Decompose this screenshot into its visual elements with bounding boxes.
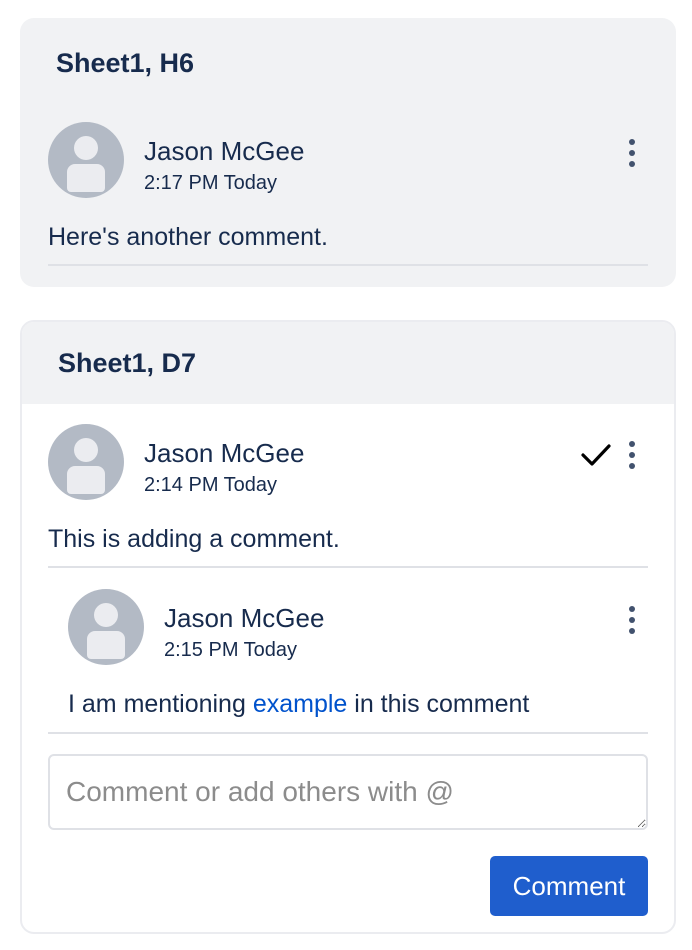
comment-button[interactable]: Comment xyxy=(490,856,648,916)
avatar xyxy=(68,589,144,665)
reply-timestamp: 2:15 PM Today xyxy=(164,639,298,661)
divider xyxy=(48,732,648,734)
comment-author: Jason McGee xyxy=(144,136,305,166)
checkmark-icon[interactable] xyxy=(580,440,612,470)
reply-text-after: in this comment xyxy=(347,690,530,718)
reply-text-before: I am mentioning xyxy=(68,690,253,718)
divider xyxy=(48,264,648,266)
thread-title: Sheet1, D7 xyxy=(22,322,674,404)
divider xyxy=(48,566,648,568)
avatar xyxy=(48,424,124,500)
mention-link[interactable]: example xyxy=(253,690,348,718)
more-options-icon[interactable] xyxy=(622,604,642,636)
comment-thread: Sheet1, D7 Jason McGee 2:14 PM Today Thi… xyxy=(20,320,676,934)
comment-thread: Sheet1, H6 Jason McGee 2:17 PM Today Her… xyxy=(20,18,676,287)
comment-author: Jason McGee xyxy=(144,438,305,468)
avatar xyxy=(48,122,124,198)
comment-timestamp: 2:14 PM Today xyxy=(144,474,278,496)
reply-text: I am mentioning example in this comment xyxy=(68,690,529,719)
more-options-icon[interactable] xyxy=(622,439,642,471)
comment-timestamp: 2:17 PM Today xyxy=(144,172,278,194)
comment-input[interactable] xyxy=(48,754,648,830)
reply-author: Jason McGee xyxy=(164,603,325,633)
comment-text: Here's another comment. xyxy=(48,223,328,251)
more-options-icon[interactable] xyxy=(622,137,642,169)
comment-text: This is adding a comment. xyxy=(48,525,340,553)
thread-title: Sheet1, H6 xyxy=(56,48,195,78)
